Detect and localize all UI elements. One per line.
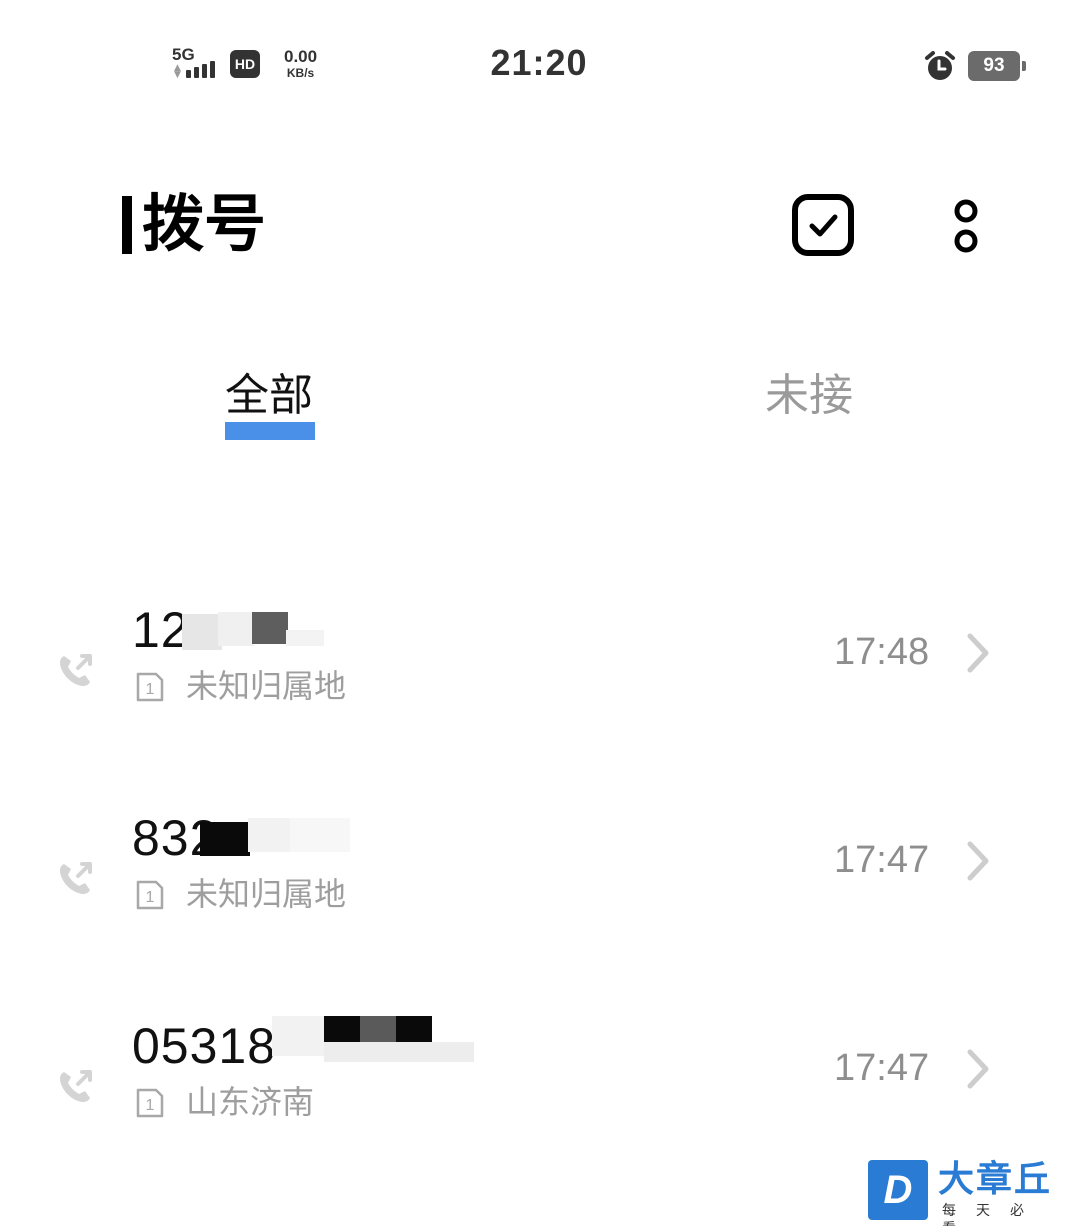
call-number: 05318 [132,1018,277,1074]
alarm-clock-icon [925,51,955,80]
redaction-block [248,818,292,852]
sim-card-icon: 1 [136,672,164,702]
outgoing-call-icon [60,862,92,894]
watermark-logo: D [868,1160,928,1220]
redaction-block [272,1016,324,1056]
call-location: 山东济南 [186,1083,315,1121]
more-options-icon [954,199,978,253]
battery-level: 93 [983,55,1005,76]
sim-number: 1 [146,681,155,698]
watermark-slogan: 每天必看 [942,1203,1044,1226]
watermark: D 大章丘 每天必看 [868,1160,1068,1226]
tab-active-indicator [225,422,315,440]
sim-card-icon: 1 [136,1088,164,1118]
redaction-block [218,612,254,646]
battery-icon: 93 [968,51,1026,81]
page-title: 拨号 [142,187,267,260]
tab-all[interactable]: 全部 [225,366,313,426]
text-cursor-bar [122,196,132,254]
redaction-block [286,630,324,646]
call-number: 12 [132,602,190,658]
multi-select-button[interactable] [790,192,856,258]
redaction-block [324,1042,474,1062]
call-log-row[interactable]: 12 1 未知归属地 17:48 [0,600,1068,750]
redaction-block [290,818,350,852]
status-bar: 5G ▲ ▼ HD 0.00 KB/s 21:20 93 [0,0,1068,130]
redaction-block [360,1016,396,1042]
chevron-right-icon[interactable] [964,632,992,674]
tab-missed[interactable]: 未接 [765,366,853,426]
redaction-block [252,612,288,644]
call-log-row[interactable]: 05318 1 山东济南 17:47 [0,1016,1068,1166]
call-log-row-partial[interactable] [132,1206,332,1226]
redaction-block [200,822,250,856]
chevron-right-icon[interactable] [964,1048,992,1090]
call-location: 未知归属地 [186,667,347,705]
more-options-button[interactable] [946,192,986,258]
call-time: 17:47 [834,1047,930,1089]
call-location: 未知归属地 [186,875,347,913]
call-time: 17:48 [834,631,930,673]
sim-number: 1 [146,889,155,906]
redaction-block [396,1016,432,1042]
status-right-group: 93 [924,50,1026,82]
call-time: 17:47 [834,839,930,881]
redaction-block [182,614,222,650]
call-log-row[interactable]: 832 1 未知归属地 17:47 [0,808,1068,958]
sim-number: 1 [146,1097,155,1114]
outgoing-call-icon [60,1070,92,1102]
watermark-name: 大章丘 [938,1159,1053,1200]
status-time: 21:20 [490,42,588,83]
outgoing-call-icon [60,654,92,686]
checkbox-select-icon [792,194,854,256]
chevron-right-icon[interactable] [964,840,992,882]
sim-card-icon: 1 [136,880,164,910]
redaction-block [324,1016,360,1042]
